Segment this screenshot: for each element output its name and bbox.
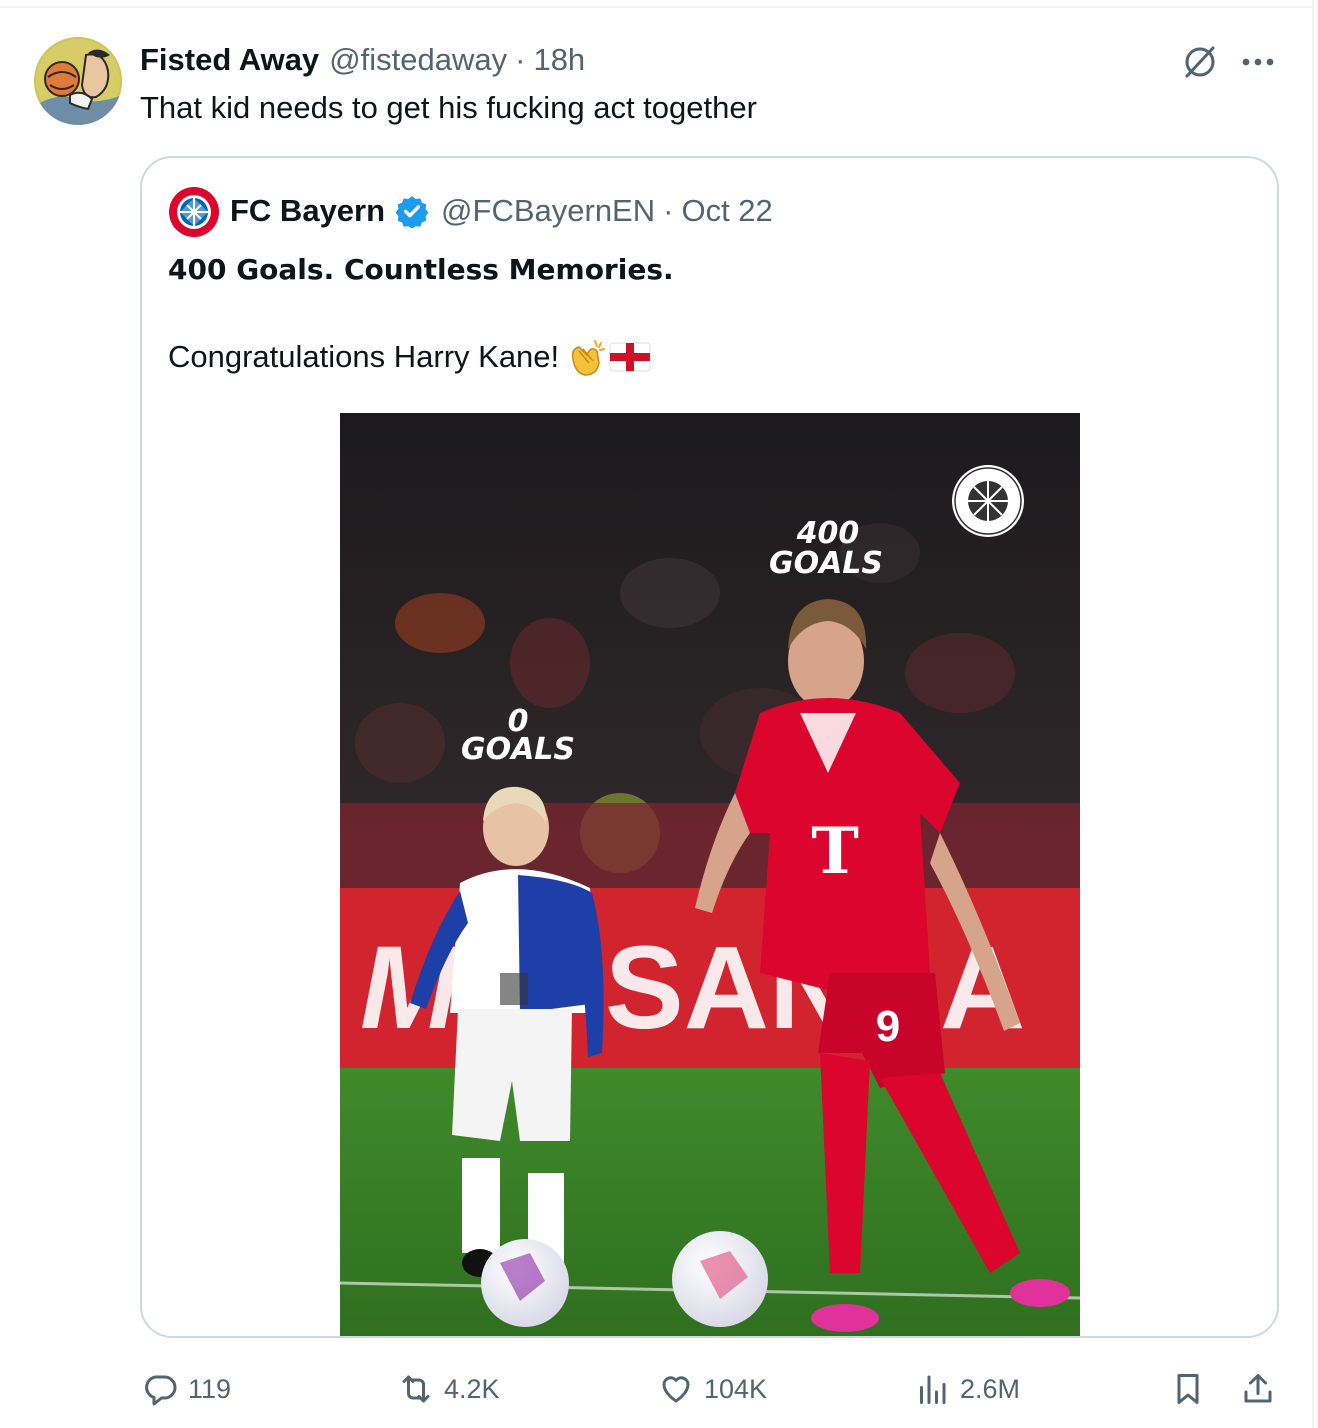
quote-body: Congratulations Harry Kane! xyxy=(168,336,651,378)
bookmark-icon xyxy=(1168,1369,1208,1409)
avatar-illustration xyxy=(34,37,122,125)
view-count: 2.6M xyxy=(960,1373,1021,1404)
analytics-icon xyxy=(912,1369,952,1409)
tweet-header: Fisted Away @fistedaway · 18h xyxy=(140,40,585,80)
quote-author-name[interactable]: FC Bayern xyxy=(230,193,385,229)
bookmark-button[interactable] xyxy=(1168,1364,1216,1414)
heart-icon xyxy=(656,1369,696,1409)
quoted-tweet-card[interactable]: FC Bayern @FCBayernEN · Oct 22 400 Goals… xyxy=(140,156,1279,1338)
media-image[interactable]: M SAN A 0 GOALS 400 GOALS T 9 xyxy=(340,413,1080,1336)
like-button[interactable]: 104K xyxy=(656,1364,767,1414)
quote-author-avatar[interactable] xyxy=(168,186,220,238)
left-caption-word: GOALS xyxy=(461,732,575,767)
author-display-name[interactable]: Fisted Away xyxy=(140,42,319,78)
action-bar: 119 4.2K 104K 2.6M xyxy=(140,1364,1280,1414)
share-button[interactable] xyxy=(1238,1364,1286,1414)
tweet-text: That kid needs to get his fucking act to… xyxy=(140,90,757,125)
bayern-crest-image xyxy=(952,465,1024,537)
reply-icon xyxy=(140,1369,180,1409)
quote-headline: 400 Goals. Countless Memories. xyxy=(168,253,674,286)
like-count: 104K xyxy=(704,1373,768,1404)
top-divider xyxy=(0,6,1312,8)
grok-button[interactable] xyxy=(1180,42,1220,82)
header-separator: · xyxy=(515,42,526,77)
author-avatar[interactable] xyxy=(34,37,122,125)
more-options-button[interactable] xyxy=(1238,42,1278,82)
shirt-sponsor: T xyxy=(811,814,859,889)
share-icon xyxy=(1238,1369,1278,1409)
quote-header-separator: · xyxy=(663,193,674,228)
clapping-hands-icon xyxy=(572,340,606,376)
quote-body-text: Congratulations Harry Kane! xyxy=(168,339,560,374)
grok-icon xyxy=(1185,46,1215,78)
shirt-number: 9 xyxy=(876,1002,900,1051)
repost-count: 4.2K xyxy=(444,1373,500,1404)
repost-icon xyxy=(396,1369,436,1409)
verified-badge-icon[interactable] xyxy=(395,194,429,228)
tweet-timestamp[interactable]: 18h xyxy=(533,42,585,78)
bayern-crest-icon xyxy=(169,187,219,237)
reply-button[interactable]: 119 xyxy=(140,1364,231,1414)
quote-emojis xyxy=(565,337,651,377)
more-icon xyxy=(1242,58,1274,66)
quote-author-handle[interactable]: @FCBayernEN xyxy=(441,193,655,229)
views-button[interactable]: 2.6M xyxy=(912,1364,1020,1414)
repost-button[interactable]: 4.2K xyxy=(396,1364,500,1414)
goals-comparison-photo: M SAN A 0 GOALS 400 GOALS T 9 xyxy=(340,413,1080,1336)
quote-timestamp[interactable]: Oct 22 xyxy=(681,193,772,229)
england-flag-icon xyxy=(609,342,651,372)
reply-count: 119 xyxy=(188,1373,232,1404)
quote-header: FC Bayern @FCBayernEN · Oct 22 xyxy=(230,190,773,232)
right-caption-word: GOALS xyxy=(769,546,883,581)
author-handle[interactable]: @fistedaway xyxy=(329,42,507,78)
right-divider xyxy=(1312,0,1314,1428)
